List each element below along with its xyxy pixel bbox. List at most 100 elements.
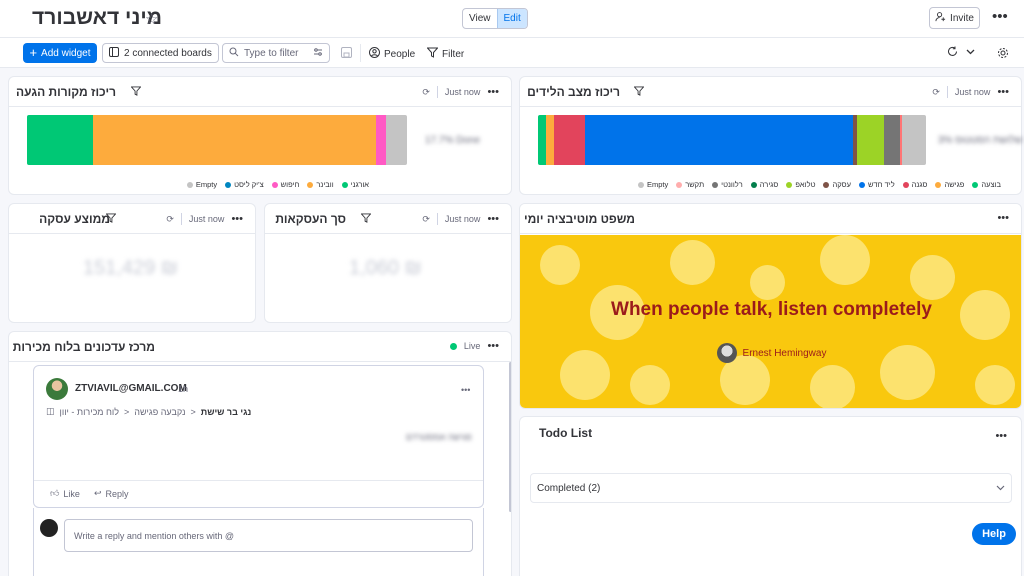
- bar-segment[interactable]: [386, 115, 407, 165]
- legend-dot-icon: [637, 181, 644, 188]
- stacked-bar[interactable]: [27, 115, 407, 165]
- sliders-icon[interactable]: [313, 47, 323, 60]
- refresh-icon[interactable]: ⟳: [422, 87, 430, 98]
- breadcrumb: נגי בר שישת < נקבעה פגישה < לוח מכירות -…: [46, 406, 251, 417]
- widget-title[interactable]: מרכז עדכונים בלוח מכירות: [13, 340, 155, 354]
- widget-title[interactable]: ממוצע עסקה: [39, 212, 110, 226]
- refresh-icon[interactable]: ⟳: [166, 214, 174, 225]
- avg-deal-value: 151,429 ₪: [83, 257, 178, 279]
- view-button[interactable]: View: [463, 9, 497, 28]
- scrollbar[interactable]: [509, 362, 511, 512]
- search-icon: [229, 47, 239, 60]
- widget-header: ממוצע עסקה ⟳ Just now •••: [9, 204, 255, 234]
- legend-item: סגירה: [750, 180, 778, 189]
- author-name: Ernest Hemingway: [742, 347, 827, 359]
- widget-header: סך העסקאות ⟳ Just now •••: [265, 204, 511, 234]
- save-icon[interactable]: [341, 47, 352, 61]
- bokeh: [630, 365, 670, 405]
- post-menu-icon[interactable]: •••: [461, 385, 470, 395]
- widget-menu-icon[interactable]: •••: [487, 87, 499, 98]
- bar-segment[interactable]: [856, 115, 885, 165]
- widget-title[interactable]: ריכוז מקורות הגעה: [16, 85, 116, 99]
- people-filter-button[interactable]: People: [369, 47, 415, 61]
- invite-button[interactable]: Invite: [929, 7, 980, 29]
- filter-label: Filter: [442, 48, 465, 60]
- bar-segment[interactable]: [375, 115, 387, 165]
- widget-title[interactable]: Todo List: [539, 426, 592, 440]
- widget-menu-icon[interactable]: •••: [231, 214, 243, 225]
- legend-item: Empty: [637, 180, 669, 189]
- star-icon[interactable]: ☆: [145, 10, 158, 28]
- done-percentage: 17.7% Done: [425, 135, 481, 146]
- legend-label: Empty: [646, 180, 669, 189]
- bar-segment[interactable]: [585, 115, 853, 165]
- refresh-dropdown[interactable]: [947, 46, 975, 60]
- filter-search-input[interactable]: Type to filter: [222, 43, 330, 63]
- connected-boards-button[interactable]: 2 connected boards: [102, 43, 219, 63]
- widget-menu-icon[interactable]: •••: [997, 87, 1009, 98]
- widget-title[interactable]: ריכוז מצב הלידים: [527, 85, 620, 99]
- chevron-down-icon: [996, 483, 1005, 495]
- filter-button[interactable]: Filter: [426, 47, 465, 61]
- widget-menu-icon[interactable]: •••: [487, 341, 499, 352]
- more-options-icon[interactable]: •••: [992, 9, 1008, 24]
- bar-segment[interactable]: [545, 115, 554, 165]
- chevron-down-icon[interactable]: [966, 47, 975, 59]
- add-widget-button[interactable]: + Add widget: [23, 43, 97, 63]
- completed-section[interactable]: Completed (2): [530, 473, 1012, 503]
- legend-dot-icon: [271, 181, 278, 188]
- breadcrumb-item[interactable]: נגי בר שישת: [201, 407, 252, 417]
- invite-label: Invite: [950, 12, 974, 24]
- legend-label: אורגני: [350, 180, 369, 189]
- widget-header: ריכוז מקורות הגעה ⟳ Just now •••: [9, 77, 511, 107]
- filter-icon[interactable]: [130, 86, 142, 99]
- reply-button[interactable]: ↩ Reply: [94, 488, 129, 499]
- widget-header: מרכז עדכונים בלוח מכירות Live •••: [9, 332, 511, 362]
- filter-icon[interactable]: [360, 213, 372, 226]
- refresh-icon[interactable]: ⟳: [422, 214, 430, 225]
- widget-title[interactable]: משפט מוטיבציה יומי: [524, 212, 635, 226]
- bar-segment[interactable]: [884, 115, 901, 165]
- reply-input[interactable]: Write a reply and mention others with @: [64, 519, 473, 552]
- widget-title[interactable]: סך העסקאות: [275, 212, 346, 226]
- chart-legend: בוצעה פגישה סגנה ליד חדש עסקה טלואפ סגירה רלוונ…: [637, 180, 1001, 189]
- user-avatar[interactable]: [46, 378, 68, 400]
- post-body: פגישה אמסטרדם: [406, 432, 472, 442]
- divider: [436, 213, 438, 225]
- updated-time: Just now: [188, 214, 225, 224]
- settings-gear-icon[interactable]: [997, 47, 1009, 62]
- quote-image: When people talk, listen completely Erne…: [520, 235, 1021, 408]
- author-avatar: [716, 343, 737, 363]
- dashboard-title[interactable]: מיני דאשבורד: [32, 6, 162, 30]
- bar-segment[interactable]: [902, 115, 926, 165]
- widget-meta: ⟳ Just now •••: [932, 86, 1009, 98]
- legend-label: סגנה: [911, 180, 928, 189]
- widget-menu-icon[interactable]: •••: [487, 214, 499, 225]
- legend-label: עסקה: [832, 180, 851, 189]
- post-author[interactable]: ZTVIAVIL@GMAIL.COM: [75, 383, 187, 394]
- legend-label: חיפוש: [280, 180, 300, 189]
- legend-dot-icon: [972, 181, 979, 188]
- refresh-icon[interactable]: ⟳: [932, 87, 940, 98]
- stacked-bar[interactable]: [538, 115, 926, 165]
- divider: [180, 213, 182, 225]
- widget-menu-icon[interactable]: •••: [997, 213, 1009, 224]
- legend-label: טלואפ: [795, 180, 816, 189]
- help-button[interactable]: Help: [972, 523, 1016, 545]
- add-widget-label: Add widget: [41, 47, 91, 59]
- bar-segment[interactable]: [93, 115, 376, 165]
- breadcrumb-board[interactable]: לוח מכירות - יוון: [60, 407, 120, 417]
- edit-button[interactable]: Edit: [496, 9, 527, 28]
- bar-segment[interactable]: [27, 115, 94, 165]
- like-button[interactable]: 👍︎ Like: [50, 488, 80, 499]
- widget-menu-icon[interactable]: •••: [995, 431, 1007, 442]
- legend-item: רלוונטי: [712, 180, 743, 189]
- refresh-icon[interactable]: [947, 46, 958, 60]
- breadcrumb-group[interactable]: נקבעה פגישה: [134, 407, 185, 417]
- filter-icon[interactable]: [105, 213, 117, 226]
- bar-segment[interactable]: [553, 115, 586, 165]
- chevron-left-icon: <: [124, 406, 130, 417]
- legend-dot-icon: [341, 181, 348, 188]
- bar-segment[interactable]: [538, 115, 546, 165]
- filter-icon[interactable]: [633, 86, 645, 99]
